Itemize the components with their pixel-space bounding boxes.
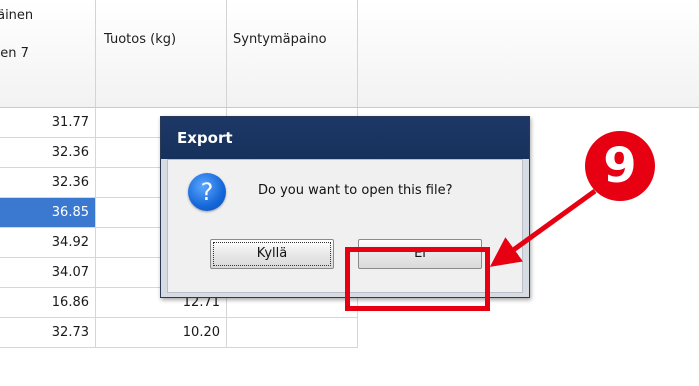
table-row[interactable]: 32.73 10.20 xyxy=(0,318,358,348)
table-cell[interactable]: 32.36 xyxy=(0,138,96,168)
column-header-line: täinen xyxy=(0,8,34,23)
table-cell[interactable]: 34.92 xyxy=(0,228,96,258)
column-header-tuotos[interactable]: Tuotos (kg) xyxy=(96,0,227,108)
column-header-syntymapaino[interactable]: Syntymäpaino xyxy=(227,0,358,108)
table-cell[interactable] xyxy=(227,318,358,348)
dialog-message: Do you want to open this file? xyxy=(258,183,453,198)
table-cell-selected[interactable]: 36.85 xyxy=(0,198,96,228)
step-number-badge: 9 xyxy=(585,131,655,201)
column-header-truncated[interactable]: täinen s nen 7 xyxy=(0,0,96,108)
table-cell[interactable]: 32.36 xyxy=(0,168,96,198)
column-header-empty xyxy=(358,0,699,108)
yes-button[interactable]: Kyllä xyxy=(210,239,334,269)
highlight-box xyxy=(345,247,490,311)
column-header-line: nen 7 xyxy=(0,46,29,61)
table-cell[interactable]: 32.73 xyxy=(0,318,96,348)
column-header-line: s xyxy=(0,25,95,44)
table-cell[interactable]: 10.20 xyxy=(96,318,227,348)
table-cell[interactable]: 34.07 xyxy=(0,258,96,288)
table-cell[interactable]: 16.86 xyxy=(0,288,96,318)
dialog-title[interactable]: Export xyxy=(161,117,529,159)
question-icon: ? xyxy=(188,173,226,211)
table-cell[interactable]: 31.77 xyxy=(0,108,96,138)
